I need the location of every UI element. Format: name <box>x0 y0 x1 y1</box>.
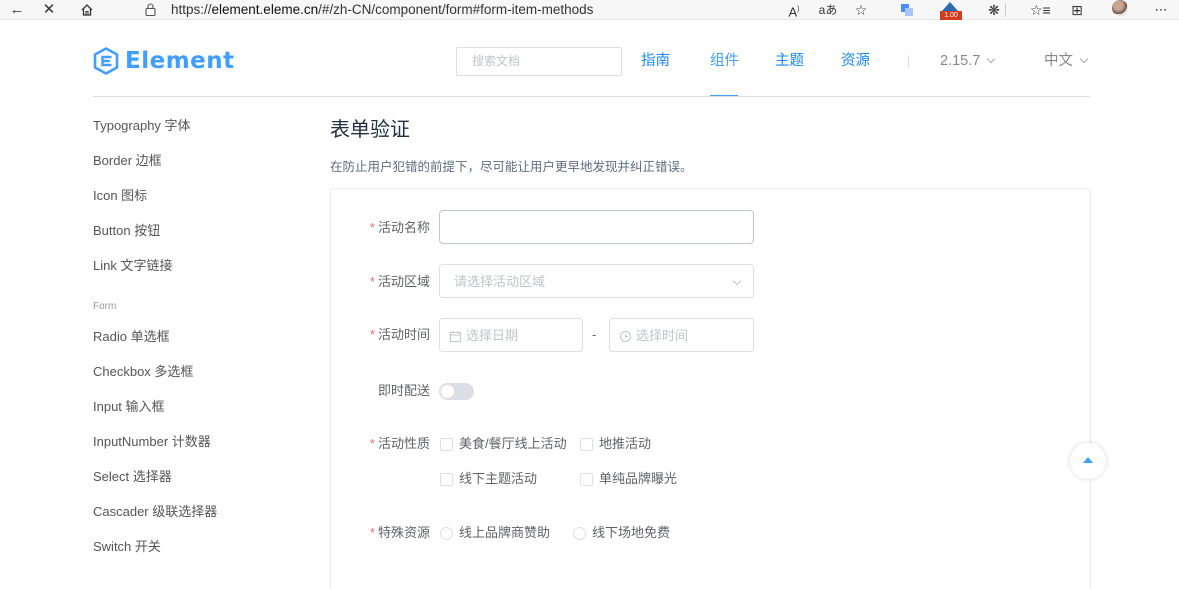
nav-guide[interactable]: 指南 <box>641 52 670 70</box>
favorite-star-icon[interactable]: ☆ <box>852 0 870 20</box>
back-to-top-button[interactable] <box>1070 443 1106 479</box>
date-picker[interactable]: 选择日期 <box>439 318 583 352</box>
sidebar-item-link[interactable]: Link 文字链接 <box>93 258 172 274</box>
collections-icon[interactable]: ⊞ <box>1068 0 1086 20</box>
sidebar-item-button[interactable]: Button 按钮 <box>93 223 160 239</box>
chevron-down-icon <box>732 276 742 286</box>
version-select[interactable]: 2.15.7 <box>940 52 996 70</box>
page-description: 在防止用户犯错的前提下，尽可能让用户更早地发现并纠正错误。 <box>330 160 693 174</box>
element-logo-icon <box>93 47 119 75</box>
region-label: * 活动区域 <box>369 274 430 289</box>
type-checkbox-online[interactable] <box>440 438 453 451</box>
page-title: 表单验证 <box>330 119 410 141</box>
chevron-down-icon <box>987 54 996 64</box>
delivery-label: 即时配送 <box>377 383 430 398</box>
home-icon[interactable] <box>78 0 96 20</box>
type-option-online[interactable]: 美食/餐厅线上活动 <box>459 436 567 452</box>
type-checkbox-offline[interactable] <box>440 473 453 486</box>
sidebar-item-icon[interactable]: Icon 图标 <box>93 188 147 204</box>
nav-component[interactable]: 组件 <box>710 52 739 70</box>
nav-theme[interactable]: 主题 <box>775 52 804 70</box>
type-checkbox-brand[interactable] <box>580 473 593 486</box>
sidebar-item-inputnumber[interactable]: InputNumber 计数器 <box>93 434 211 450</box>
language-select[interactable]: 中文 <box>1044 52 1089 70</box>
profile-avatar[interactable] <box>1112 0 1128 16</box>
extension-icon[interactable]: ❋ <box>985 0 1003 20</box>
resource-option-sponsor[interactable]: 线上品牌商赞助 <box>459 525 550 541</box>
resource-label: * 特殊资源 <box>369 525 430 540</box>
type-label: * 活动性质 <box>369 436 430 451</box>
resource-radio-venue[interactable] <box>573 527 586 540</box>
type-checkbox-promotion[interactable] <box>580 438 593 451</box>
translate-icon[interactable]: aあ <box>818 0 838 20</box>
range-separator: - <box>592 327 597 342</box>
sidebar-item-checkbox[interactable]: Checkbox 多选框 <box>93 364 193 380</box>
type-option-offline[interactable]: 线下主题活动 <box>459 471 537 487</box>
toolbar-divider <box>1005 0 1006 20</box>
lock-icon[interactable] <box>145 3 156 16</box>
sidebar-item-select[interactable]: Select 选择器 <box>93 469 172 485</box>
read-aloud-icon[interactable]: A) <box>784 0 804 20</box>
time-label: * 活动时间 <box>369 327 430 342</box>
sidebar-group-form: Form <box>93 301 117 312</box>
nav-separator <box>908 55 909 68</box>
sidebar-item-switch[interactable]: Switch 开关 <box>93 539 161 555</box>
clock-icon <box>620 331 631 342</box>
name-label: * 活动名称 <box>369 220 430 235</box>
resource-radio-sponsor[interactable] <box>440 527 453 540</box>
more-icon[interactable]: ⋯ <box>1152 0 1170 20</box>
search-input[interactable]: 搜索文档 <box>456 47 622 76</box>
region-select[interactable]: 请选择活动区域 <box>439 264 754 298</box>
close-icon[interactable]: ✕ <box>40 0 58 20</box>
translator-extension-icon[interactable] <box>900 0 914 20</box>
sidebar-item-cascader[interactable]: Cascader 级联选择器 <box>93 504 217 520</box>
back-arrow-icon[interactable]: ← <box>8 0 26 20</box>
logo-text: Element <box>125 48 235 74</box>
extension-badge-icon[interactable]: 1.00 <box>940 2 962 20</box>
header-divider <box>93 96 1090 97</box>
type-option-promotion[interactable]: 地推活动 <box>599 436 651 452</box>
chevron-down-icon <box>1079 54 1089 64</box>
resource-option-venue[interactable]: 线下场地免费 <box>592 525 670 541</box>
type-option-brand[interactable]: 单纯品牌曝光 <box>599 471 677 487</box>
sidebar-item-border[interactable]: Border 边框 <box>93 153 162 169</box>
delivery-switch[interactable] <box>439 383 474 400</box>
favorites-icon[interactable]: ☆≡ <box>1030 0 1051 20</box>
sidebar-item-radio[interactable]: Radio 单选框 <box>93 329 170 345</box>
time-picker[interactable]: 选择时间 <box>609 318 754 352</box>
sidebar-item-typography[interactable]: Typography 字体 <box>93 118 191 134</box>
switch-knob <box>441 385 454 398</box>
nav-resource[interactable]: 资源 <box>841 52 870 70</box>
sidebar-item-input[interactable]: Input 输入框 <box>93 399 165 415</box>
address-bar[interactable]: https://element.eleme.cn/#/zh-CN/compone… <box>171 0 593 20</box>
activity-name-input[interactable] <box>439 210 754 244</box>
element-logo[interactable]: Element <box>93 46 235 76</box>
calendar-icon <box>450 331 461 342</box>
